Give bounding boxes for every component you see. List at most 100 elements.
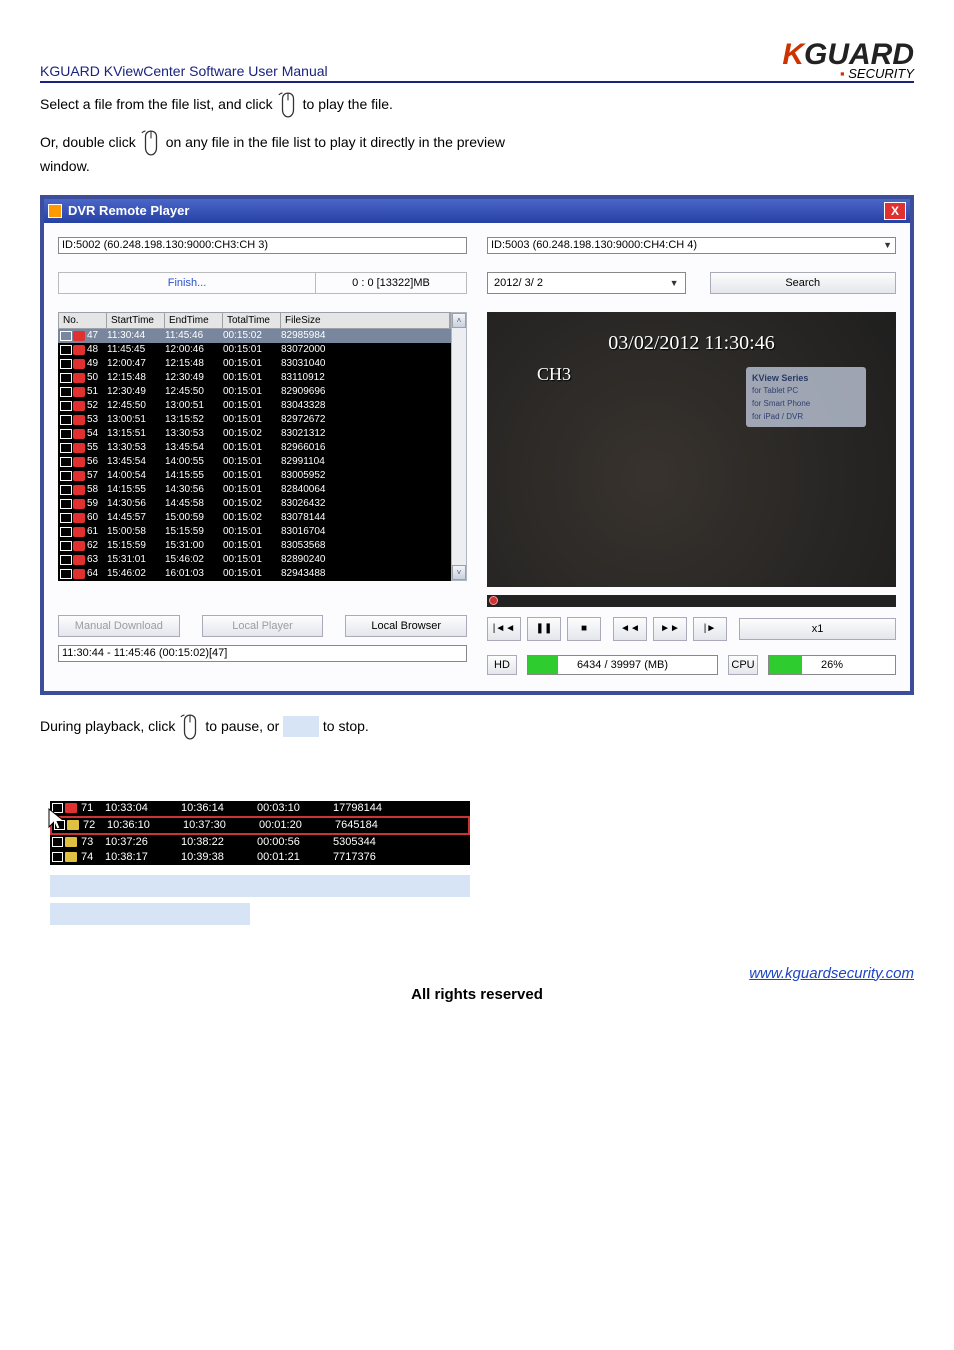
manual-download-button[interactable]: Manual Download — [58, 615, 180, 637]
row-checkbox[interactable] — [60, 485, 72, 495]
window-titlebar[interactable]: DVR Remote Player X — [44, 199, 910, 223]
table-row[interactable]: 4711:30:4411:45:4600:15:0282985984 — [58, 329, 451, 343]
table-row[interactable]: 6014:45:5715:00:5900:15:0283078144 — [58, 511, 451, 525]
record-type-icon — [65, 803, 77, 813]
row-checkbox[interactable] — [60, 513, 72, 523]
cell-totaltime: 00:15:01 — [223, 442, 281, 453]
scroll-up-icon[interactable]: ˄ — [452, 313, 466, 328]
cell-filesize: 83026432 — [281, 498, 451, 509]
skip-start-button[interactable]: |◄◄ — [487, 617, 521, 641]
cell-starttime: 12:15:48 — [107, 372, 165, 383]
hd-usage-bar: 6434 / 39997 (MB) — [527, 655, 718, 675]
close-button[interactable]: X — [884, 202, 906, 220]
pause-button[interactable]: ❚❚ — [527, 617, 561, 641]
row-checkbox[interactable] — [60, 387, 72, 397]
table-row[interactable]: 5212:45:5013:00:5100:15:0183043328 — [58, 399, 451, 413]
cell-no: 49 — [87, 358, 107, 369]
cell-totaltime: 00:03:10 — [257, 802, 333, 814]
left-id-text: ID:5002 (60.248.198.130:9000:CH3:CH 3) — [62, 239, 268, 251]
table-row[interactable]: 5513:30:5313:45:5400:15:0182966016 — [58, 441, 451, 455]
cell-no: 72 — [83, 819, 107, 831]
local-player-button[interactable]: Local Player — [202, 615, 324, 637]
row-checkbox[interactable] — [60, 429, 72, 439]
cell-filesize: 5305344 — [333, 836, 470, 848]
speed-button[interactable]: x1 — [739, 618, 896, 640]
record-icon — [73, 401, 85, 411]
search-button[interactable]: Search — [710, 272, 897, 294]
table-row[interactable]: 5313:00:5113:15:5200:15:0182972672 — [58, 413, 451, 427]
row-checkbox[interactable] — [60, 541, 72, 551]
video-preview: 03/02/2012 11:30:46 CH3 KView Series for… — [487, 312, 896, 587]
col-no[interactable]: No. — [59, 313, 107, 328]
table-row[interactable]: 5413:15:5113:30:5300:15:0283021312 — [58, 427, 451, 441]
row-checkbox[interactable] — [60, 373, 72, 383]
row-checkbox[interactable] — [52, 803, 63, 813]
row-checkbox[interactable] — [60, 527, 72, 537]
cell-starttime: 12:45:50 — [107, 400, 165, 411]
table-row[interactable]: 5012:15:4812:30:4900:15:0183110912 — [58, 371, 451, 385]
table-row[interactable]: 5814:15:5514:30:5600:15:0182840064 — [58, 483, 451, 497]
fast-forward-button[interactable]: ►► — [653, 617, 687, 641]
row-checkbox[interactable] — [52, 837, 63, 847]
row-checkbox[interactable] — [52, 852, 63, 862]
col-starttime[interactable]: StartTime — [107, 313, 165, 328]
preview-timestamp: 03/02/2012 11:30:46 — [608, 332, 774, 355]
cell-starttime: 13:45:54 — [107, 456, 165, 467]
row-checkbox[interactable] — [60, 499, 72, 509]
table-row[interactable]: 5914:30:5614:45:5800:15:0283026432 — [58, 497, 451, 511]
date-select[interactable]: 2012/ 3/ 2 ▼ — [487, 272, 686, 294]
chevron-down-icon[interactable]: ▼ — [883, 240, 892, 250]
step-forward-button[interactable]: |► — [693, 617, 727, 641]
record-type-icon — [67, 820, 79, 830]
table-row[interactable]: 5112:30:4912:45:5000:15:0182909696 — [58, 385, 451, 399]
table-row[interactable]: 5714:00:5414:15:5500:15:0183005952 — [58, 469, 451, 483]
table-row[interactable]: 4811:45:4512:00:4600:15:0183072000 — [58, 343, 451, 357]
cell-no: 55 — [87, 442, 107, 453]
row-checkbox[interactable] — [60, 569, 72, 579]
table-row[interactable]: 6215:15:5915:31:0000:15:0183053568 — [58, 539, 451, 553]
row-checkbox[interactable] — [60, 359, 72, 369]
footer-link[interactable]: www.kguardsecurity.com — [40, 965, 914, 982]
table-row[interactable]: 6315:31:0115:46:0200:15:0182890240 — [58, 553, 451, 567]
right-id-select[interactable]: ID:5003 (60.248.198.130:9000:CH4:CH 4) ▼ — [487, 237, 896, 254]
col-filesize[interactable]: FileSize — [281, 313, 450, 328]
cell-endtime: 10:36:14 — [181, 802, 257, 814]
scroll-down-icon[interactable]: ˅ — [452, 565, 466, 580]
file-list-scrollbar[interactable]: ˄ ˅ — [451, 312, 467, 581]
chevron-down-icon[interactable]: ▼ — [670, 278, 679, 288]
rewind-button[interactable]: ◄◄ — [613, 617, 647, 641]
list-item[interactable]: 7310:37:2610:38:2200:00:565305344 — [50, 835, 470, 850]
stop-button[interactable]: ■ — [567, 617, 601, 641]
redacted-icon — [283, 716, 319, 738]
row-checkbox[interactable] — [60, 415, 72, 425]
row-checkbox[interactable] — [60, 401, 72, 411]
table-row[interactable]: 6415:46:0216:01:0300:15:0182943488 — [58, 567, 451, 581]
playback-timeline[interactable] — [487, 595, 896, 607]
record-icon — [73, 569, 85, 579]
col-endtime[interactable]: EndTime — [165, 313, 223, 328]
cell-endtime: 13:15:52 — [165, 414, 223, 425]
local-browser-button[interactable]: Local Browser — [345, 615, 467, 637]
doc-header: KGUARD KViewCenter Software User Manual … — [40, 38, 914, 83]
row-checkbox[interactable] — [60, 471, 72, 481]
row-checkbox[interactable] — [54, 820, 65, 830]
cell-filesize: 83110912 — [281, 372, 451, 383]
list-item[interactable]: 7410:38:1710:39:3800:01:217717376 — [50, 850, 470, 865]
row-checkbox[interactable] — [60, 555, 72, 565]
table-row[interactable]: 4912:00:4712:15:4800:15:0183031040 — [58, 357, 451, 371]
cpu-usage-text: 26% — [769, 656, 895, 674]
row-checkbox[interactable] — [60, 345, 72, 355]
file-list-table[interactable]: No. StartTime EndTime TotalTime FileSize… — [58, 312, 451, 581]
col-totaltime[interactable]: TotalTime — [223, 313, 281, 328]
list-item[interactable]: 7110:33:0410:36:1400:03:1017798144 — [50, 801, 470, 816]
doc-title: KGUARD KViewCenter Software User Manual — [40, 63, 328, 81]
playhead-icon[interactable] — [489, 596, 498, 605]
row-checkbox[interactable] — [60, 331, 72, 341]
record-icon — [73, 331, 85, 341]
table-row[interactable]: 5613:45:5414:00:5500:15:0182991104 — [58, 455, 451, 469]
cell-filesize: 83005952 — [281, 470, 451, 481]
row-checkbox[interactable] — [60, 443, 72, 453]
list-item[interactable]: 7210:36:1010:37:3000:01:207645184 — [52, 818, 468, 833]
table-row[interactable]: 6115:00:5815:15:5900:15:0183016704 — [58, 525, 451, 539]
row-checkbox[interactable] — [60, 457, 72, 467]
